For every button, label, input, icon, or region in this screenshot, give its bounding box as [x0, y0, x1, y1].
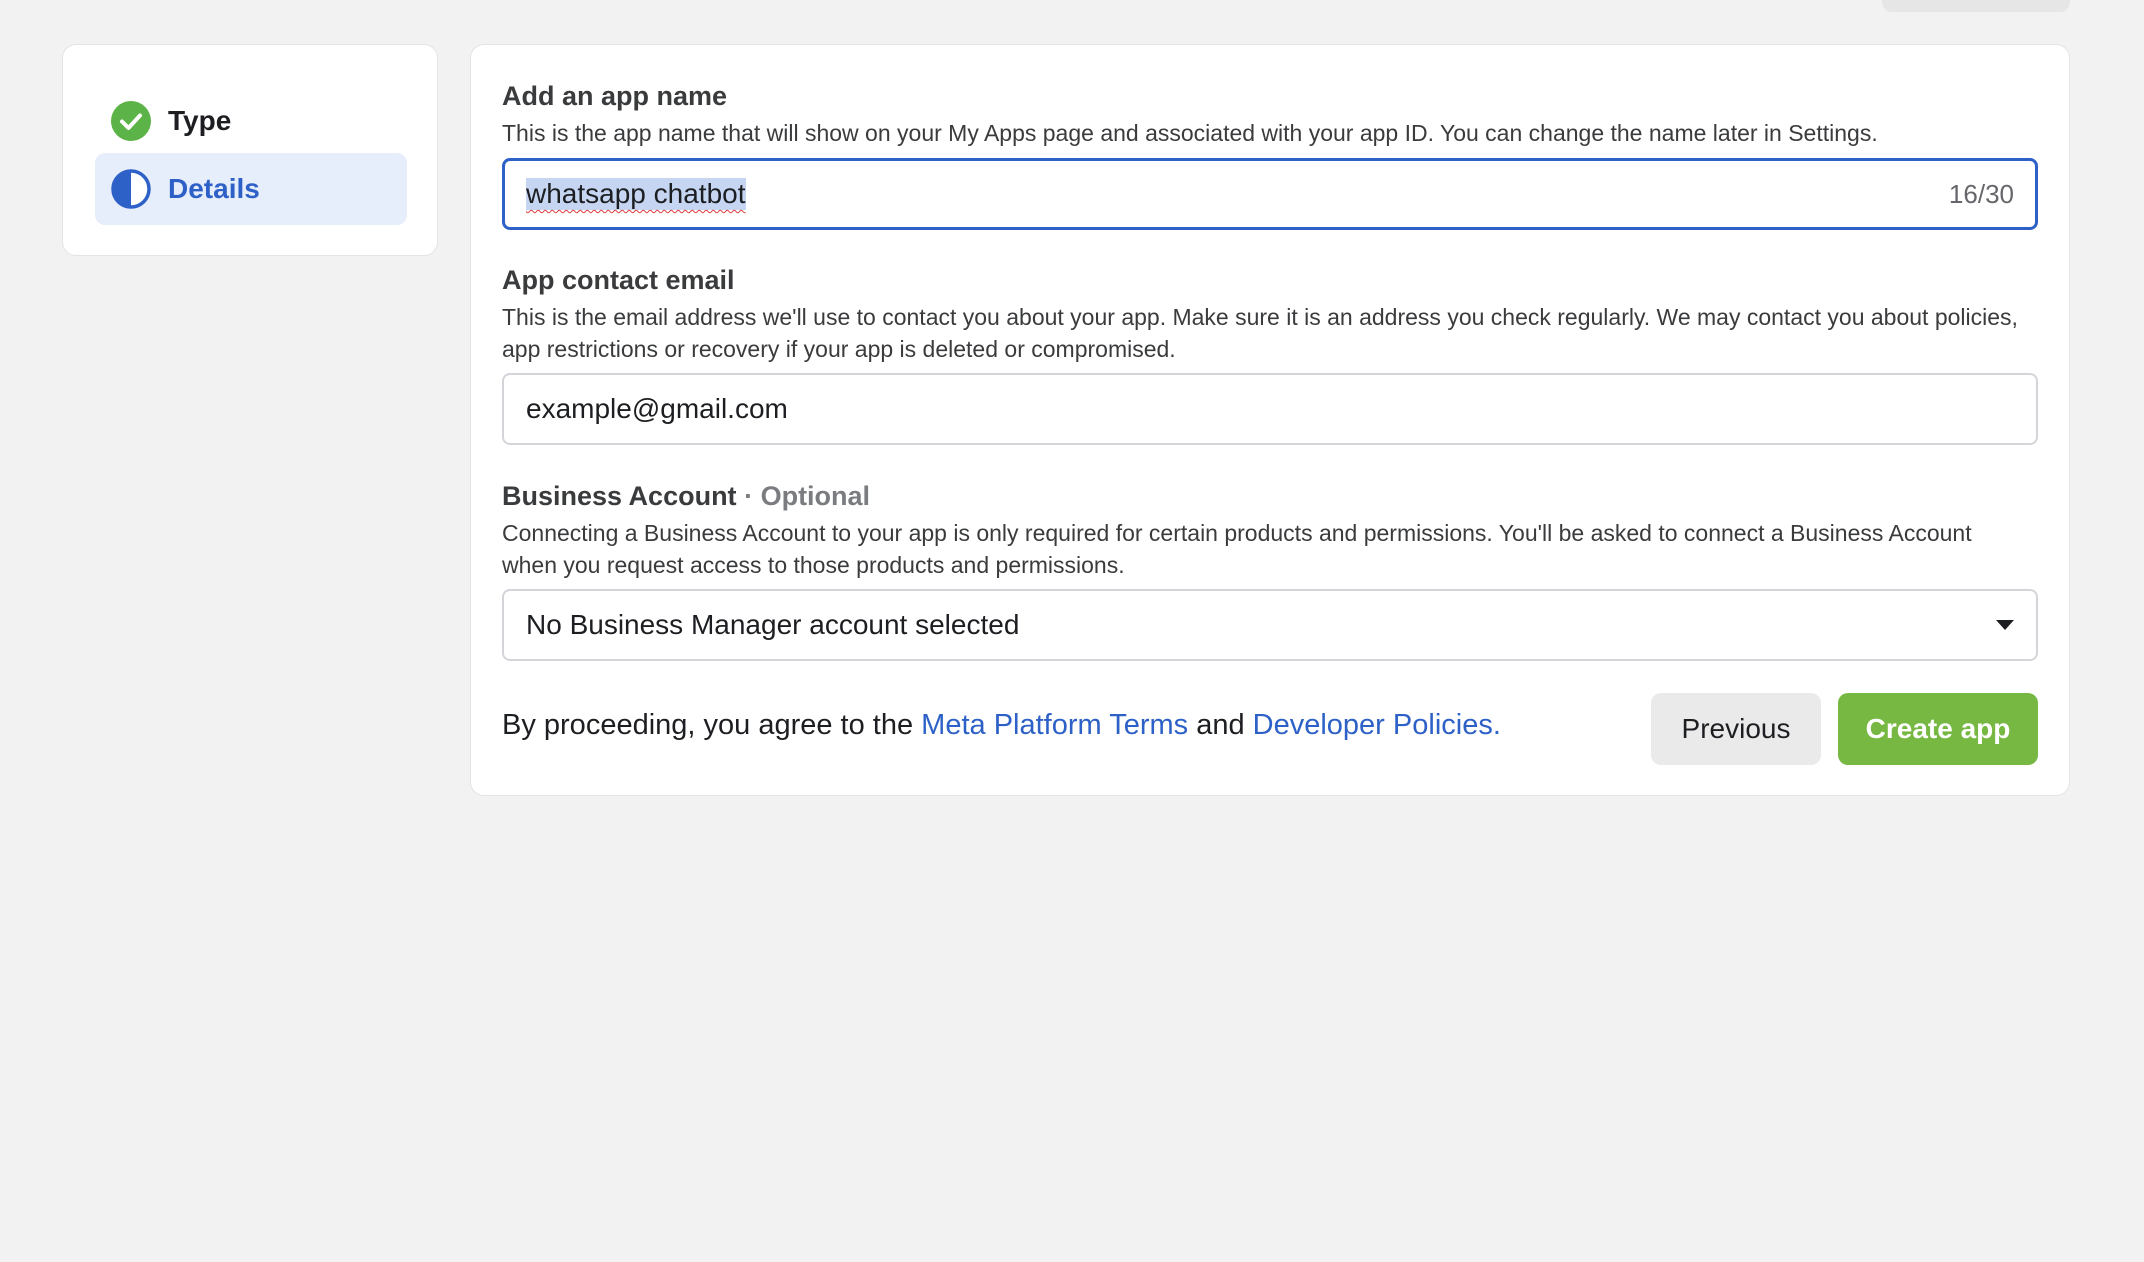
caret-down-icon [1996, 620, 2014, 630]
business-account-select[interactable]: No Business Manager account selected [502, 589, 2038, 661]
contact-email-description: This is the email address we'll use to c… [502, 304, 2018, 362]
business-account-title: Business Account · Optional [502, 481, 870, 512]
business-account-selected-value: No Business Manager account selected [526, 609, 1020, 640]
app-name-title: Add an app name [502, 81, 728, 111]
business-account-title-text: Business Account [502, 481, 737, 511]
step-details[interactable]: Details [95, 153, 407, 225]
top-button-stub[interactable] [1882, 0, 2070, 12]
meta-platform-terms-link[interactable]: Meta Platform Terms [921, 709, 1188, 741]
terms-and: and [1188, 709, 1253, 741]
contact-email-title: App contact email [502, 265, 735, 295]
previous-button[interactable]: Previous [1651, 693, 1821, 765]
step-details-label: Details [168, 173, 260, 204]
steps-card: Type Details [62, 44, 438, 256]
half-circle-icon [111, 169, 151, 209]
step-type[interactable]: Type [95, 85, 407, 157]
terms-agreement-text: By proceeding, you agree to the Meta Pla… [502, 709, 1501, 742]
terms-prefix: By proceeding, you agree to the [502, 709, 922, 741]
app-details-form: Add an app name This is the app name tha… [470, 44, 2070, 796]
app-name-value: whatsapp chatbot [526, 178, 746, 210]
optional-label: · Optional [744, 481, 871, 511]
app-name-description: This is the app name that will show on y… [502, 120, 1878, 146]
developer-policies-link[interactable]: Developer Policies. [1253, 709, 1501, 741]
step-type-label: Type [168, 105, 232, 136]
contact-email-input[interactable]: example@gmail.com [502, 373, 2038, 445]
app-name-char-counter: 16/30 [1948, 178, 2014, 209]
business-account-description: Connecting a Business Account to your ap… [502, 520, 1972, 578]
check-circle-icon [111, 101, 151, 141]
app-name-input[interactable]: whatsapp chatbot 16/30 [502, 158, 2038, 230]
contact-email-value: example@gmail.com [526, 393, 788, 424]
create-app-button[interactable]: Create app [1838, 693, 2038, 765]
